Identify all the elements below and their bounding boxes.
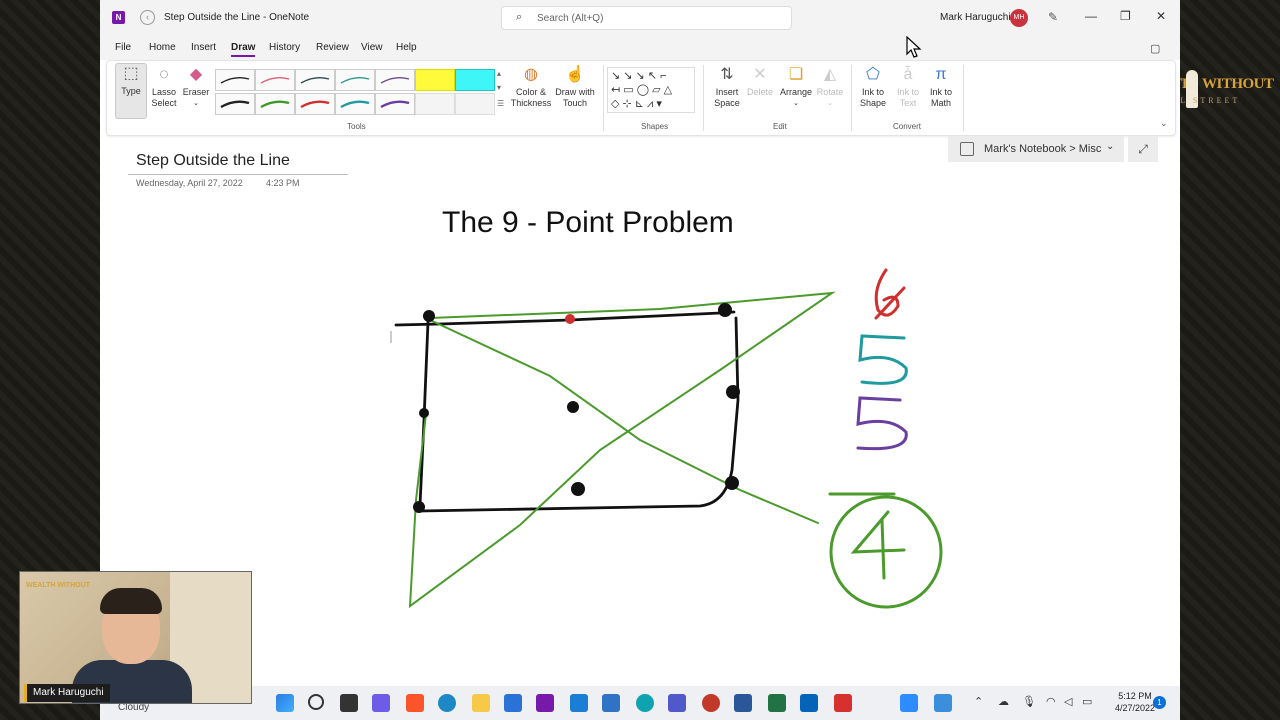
presenter-hair xyxy=(100,588,162,614)
wifi-icon[interactable]: ◠ xyxy=(1046,695,1056,708)
count-numbers xyxy=(828,268,943,609)
microphone-icon[interactable]: 🎙 xyxy=(1022,695,1036,708)
presenter-name-tag: Mark Haruguchi xyxy=(24,684,110,702)
excel-icon[interactable] xyxy=(768,694,786,712)
zoom-icon[interactable] xyxy=(900,694,918,712)
tray-chevron-icon[interactable]: ⌃ xyxy=(974,695,983,708)
green-lines xyxy=(408,291,836,609)
mouse-pointer-icon xyxy=(906,36,922,58)
clock-time: 5:12 PM xyxy=(1118,691,1152,701)
brand-word-without: WITHOUT xyxy=(1202,76,1274,92)
brave-icon[interactable] xyxy=(406,694,424,712)
webcam-overlay: WEALTH WITHOUT Mark Haruguchi xyxy=(19,571,252,704)
outlook-icon[interactable] xyxy=(800,694,818,712)
file-explorer-icon[interactable] xyxy=(472,694,490,712)
search-taskbar-icon[interactable] xyxy=(308,694,324,710)
browser-icon[interactable] xyxy=(636,694,654,712)
clock-date: 4/27/2022 xyxy=(1115,703,1156,713)
teams-icon[interactable] xyxy=(668,694,686,712)
word-icon[interactable] xyxy=(734,694,752,712)
todo-icon[interactable] xyxy=(570,694,588,712)
app-icon[interactable] xyxy=(702,694,720,712)
onenote-taskbar-icon[interactable] xyxy=(536,694,554,712)
chat-icon[interactable] xyxy=(372,694,390,712)
edge-icon[interactable] xyxy=(438,694,456,712)
photos-icon[interactable] xyxy=(934,694,952,712)
onenote-window: N ‹ Step Outside the Line - OneNote ⌕ Se… xyxy=(100,0,1180,720)
battery-icon[interactable]: ▭ xyxy=(1082,695,1092,708)
mail-icon[interactable] xyxy=(602,694,620,712)
notification-badge[interactable]: 1 xyxy=(1153,696,1166,709)
task-view-icon[interactable] xyxy=(340,694,358,712)
ink-drawing[interactable] xyxy=(100,0,1180,720)
store-icon[interactable] xyxy=(504,694,522,712)
windows-taskbar: Cloudy ⌃ ☁ 🎙 ◠ ◁ ▭ 5:12 PM 4/27/2022 1 xyxy=(100,686,1180,720)
onedrive-icon[interactable]: ☁ xyxy=(998,695,1009,708)
clock[interactable]: 5:12 PM 4/27/2022 xyxy=(1115,690,1155,714)
volume-icon[interactable]: ◁ xyxy=(1064,695,1072,708)
start-icon[interactable] xyxy=(276,694,294,712)
pdf-icon[interactable] xyxy=(834,694,852,712)
webcam-logo: WEALTH WITHOUT xyxy=(26,582,91,589)
